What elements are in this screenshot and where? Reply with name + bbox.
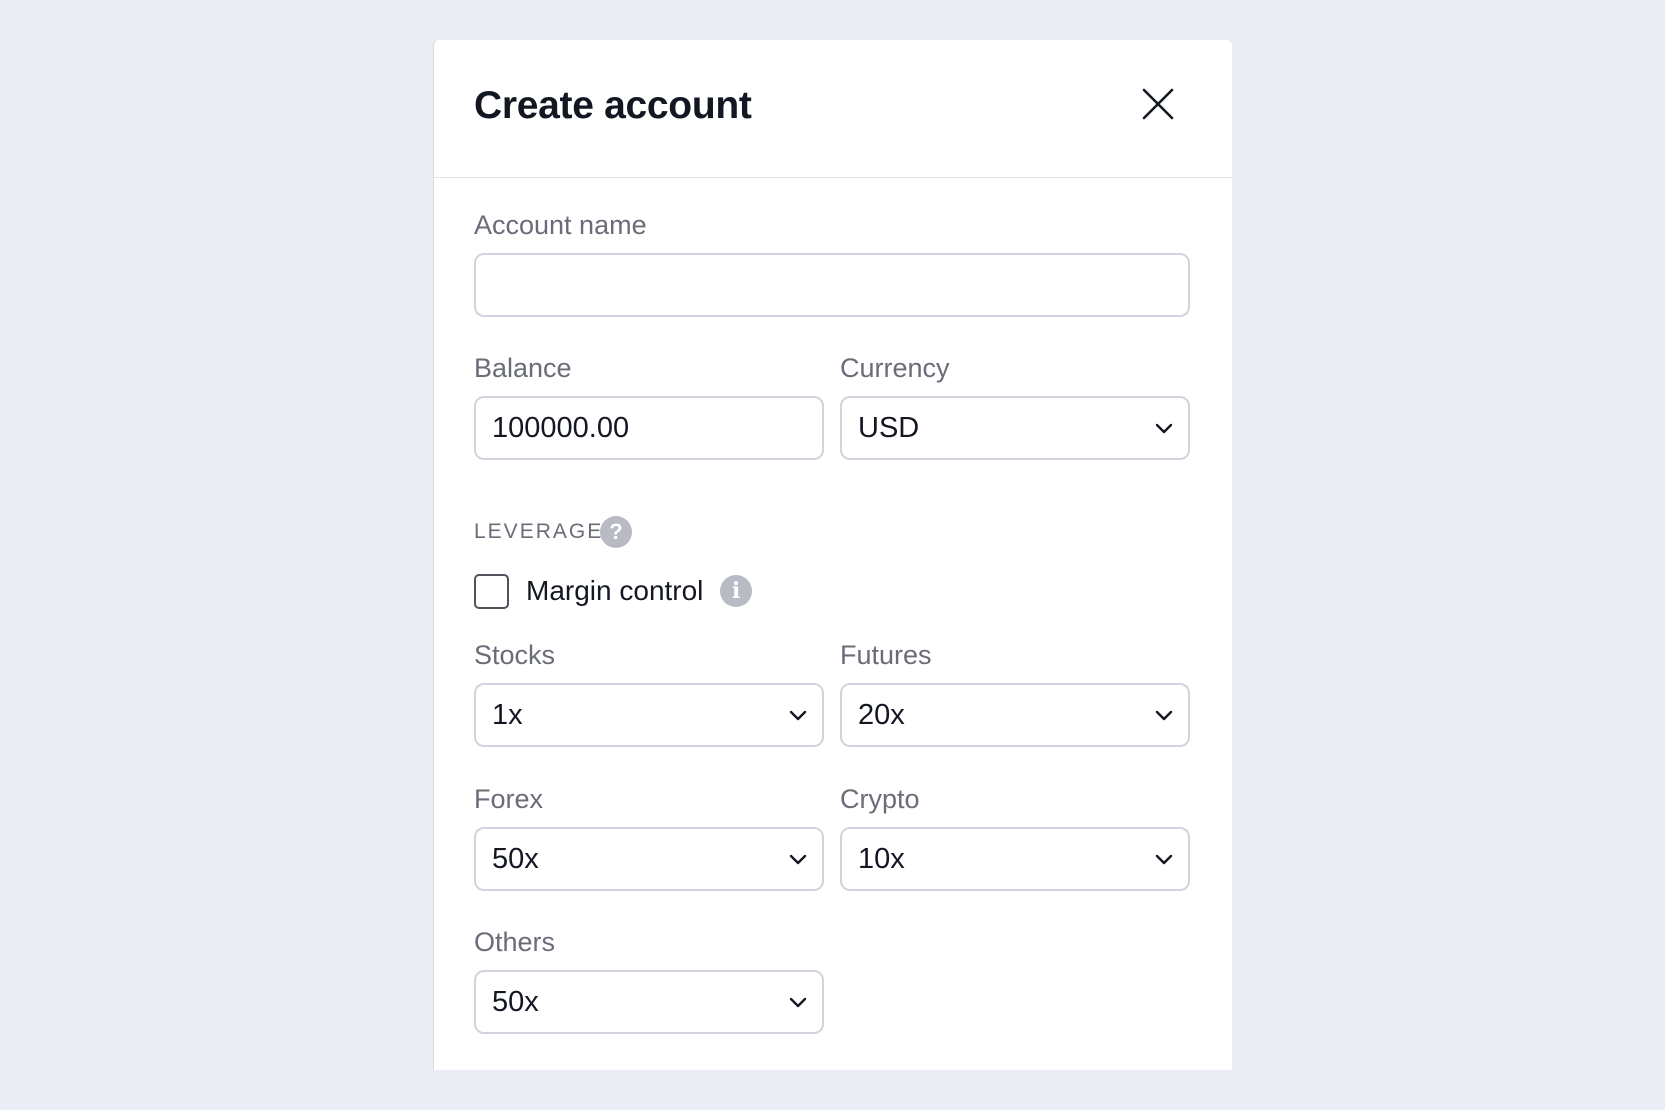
crypto-leverage-value: 10x — [858, 843, 905, 875]
account-name-label: Account name — [474, 210, 647, 240]
futures-label: Futures — [840, 640, 932, 670]
chevron-down-icon — [789, 710, 807, 721]
dialog-title: Create account — [474, 84, 752, 127]
margin-control-label[interactable]: Margin control — [526, 575, 703, 607]
balance-value: 100000.00 — [492, 412, 630, 444]
currency-value: USD — [858, 412, 920, 444]
close-icon — [1142, 88, 1174, 120]
stocks-label: Stocks — [474, 640, 556, 670]
currency-select[interactable]: USD — [840, 396, 1190, 460]
chevron-down-icon — [789, 997, 807, 1008]
chevron-down-icon — [1155, 710, 1173, 721]
chevron-down-icon — [1155, 423, 1173, 434]
crypto-leverage-select[interactable]: 10x — [840, 827, 1190, 891]
crypto-label: Crypto — [840, 784, 920, 814]
stocks-leverage-select[interactable]: 1x — [474, 683, 824, 747]
currency-label: Currency — [840, 353, 950, 383]
create-account-dialog: Create account Account name Balance 1000… — [433, 40, 1232, 1070]
balance-label: Balance — [474, 353, 572, 383]
forex-leverage-select[interactable]: 50x — [474, 827, 824, 891]
forex-label: Forex — [474, 784, 544, 814]
chevron-down-icon — [789, 854, 807, 865]
futures-leverage-value: 20x — [858, 699, 905, 731]
futures-leverage-select[interactable]: 20x — [840, 683, 1190, 747]
chevron-down-icon — [1155, 854, 1173, 865]
others-leverage-value: 50x — [492, 986, 539, 1018]
info-circle-icon[interactable]: i — [720, 575, 752, 607]
close-button[interactable] — [1138, 84, 1178, 124]
leverage-section-label: LEVERAGE — [474, 520, 604, 543]
margin-control-checkbox[interactable] — [474, 574, 509, 609]
forex-leverage-value: 50x — [492, 843, 539, 875]
dialog-header: Create account — [434, 40, 1232, 178]
others-leverage-select[interactable]: 50x — [474, 970, 824, 1034]
others-label: Others — [474, 927, 556, 957]
stocks-leverage-value: 1x — [492, 699, 523, 731]
account-name-input[interactable] — [474, 253, 1190, 317]
question-circle-icon[interactable]: ? — [600, 516, 632, 548]
balance-input[interactable]: 100000.00 — [474, 396, 824, 460]
